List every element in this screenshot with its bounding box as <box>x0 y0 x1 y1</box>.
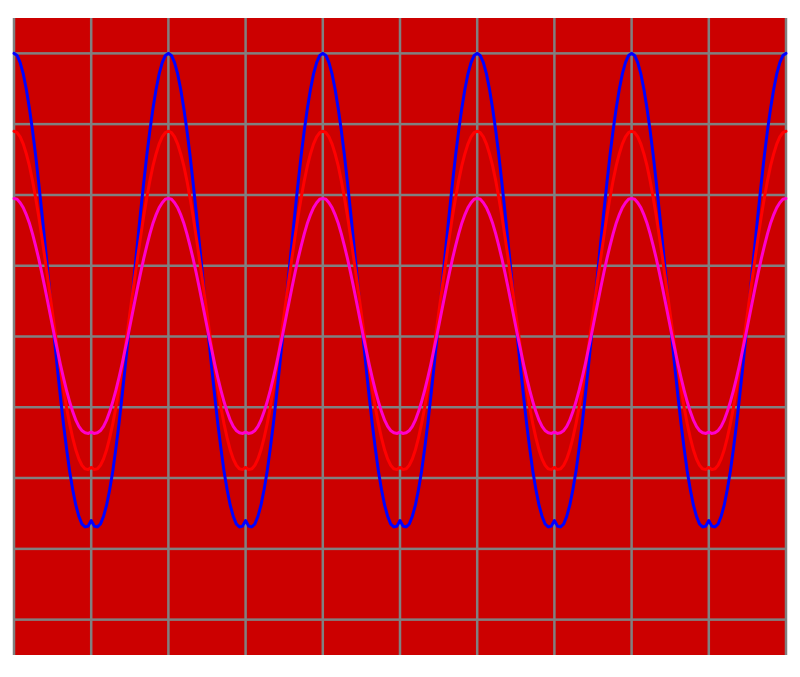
chart-svg <box>0 0 800 677</box>
chart-container <box>0 0 800 677</box>
